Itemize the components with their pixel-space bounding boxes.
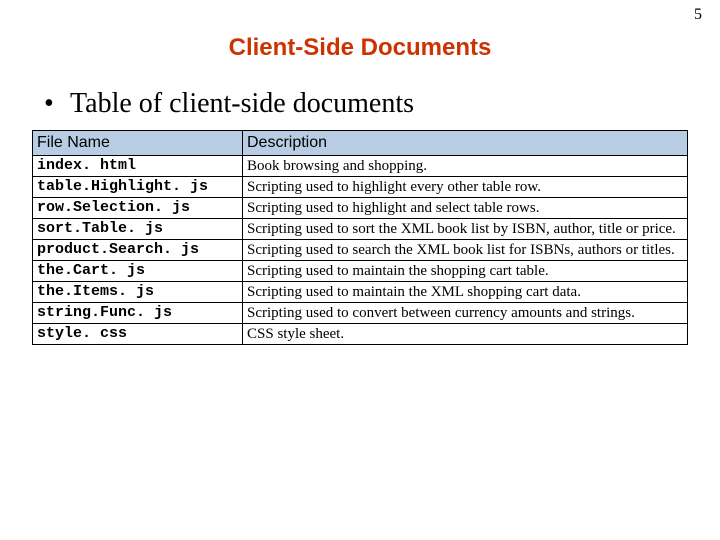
table-row: the.Cart. js Scripting used to maintain … [33,261,688,282]
col-header-file: File Name [33,131,243,156]
page-number: 5 [694,6,702,24]
bullet-icon: • [44,88,70,120]
table-row: product.Search. js Scripting used to sea… [33,240,688,261]
cell-file: the.Items. js [33,282,243,303]
table-row: style. css CSS style sheet. [33,324,688,345]
col-header-desc: Description [243,131,688,156]
slide: 5 Client-Side Documents • Table of clien… [0,0,720,540]
table-container: File Name Description index. html Book b… [32,130,688,345]
table-row: the.Items. js Scripting used to maintain… [33,282,688,303]
cell-file: string.Func. js [33,303,243,324]
documents-table: File Name Description index. html Book b… [32,130,688,345]
slide-title: Client-Side Documents [0,0,720,62]
bullet-list: • Table of client-side documents [0,62,720,120]
table-row: row.Selection. js Scripting used to high… [33,198,688,219]
cell-file: sort.Table. js [33,219,243,240]
table-row: table.Highlight. js Scripting used to hi… [33,177,688,198]
cell-file: row.Selection. js [33,198,243,219]
cell-desc: Scripting used to highlight every other … [243,177,688,198]
cell-desc: Book browsing and shopping. [243,156,688,177]
cell-desc: Scripting used to sort the XML book list… [243,219,688,240]
cell-file: style. css [33,324,243,345]
cell-file: index. html [33,156,243,177]
table-row: index. html Book browsing and shopping. [33,156,688,177]
cell-desc: Scripting used to maintain the XML shopp… [243,282,688,303]
cell-desc: Scripting used to highlight and select t… [243,198,688,219]
cell-file: product.Search. js [33,240,243,261]
cell-desc: CSS style sheet. [243,324,688,345]
cell-file: the.Cart. js [33,261,243,282]
cell-file: table.Highlight. js [33,177,243,198]
cell-desc: Scripting used to convert between curren… [243,303,688,324]
cell-desc: Scripting used to maintain the shopping … [243,261,688,282]
table-row: string.Func. js Scripting used to conver… [33,303,688,324]
bullet-text: Table of client-side documents [70,88,414,120]
table-row: sort.Table. js Scripting used to sort th… [33,219,688,240]
bullet-item: • Table of client-side documents [44,88,720,120]
cell-desc: Scripting used to search the XML book li… [243,240,688,261]
table-header-row: File Name Description [33,131,688,156]
